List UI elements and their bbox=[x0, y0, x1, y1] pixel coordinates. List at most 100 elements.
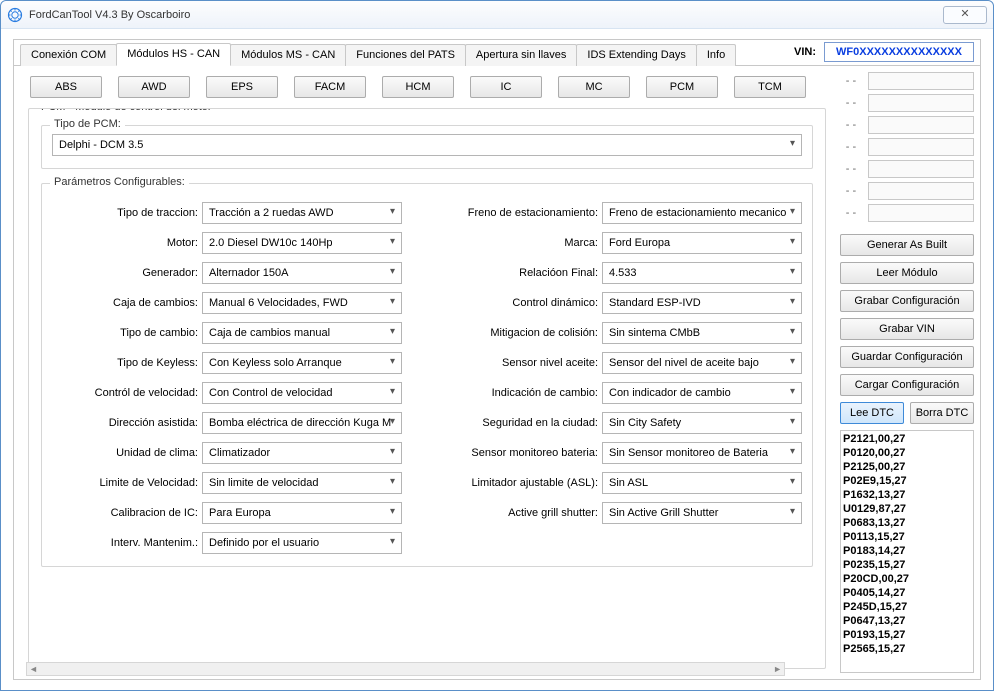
param-select[interactable]: Con indicador de cambio bbox=[602, 382, 802, 404]
param-select[interactable]: Freno de estacionamiento mecanico bbox=[602, 202, 802, 224]
dtc-item[interactable]: P1632,13,27 bbox=[843, 488, 971, 502]
param-select[interactable]: Sin ASL bbox=[602, 472, 802, 494]
param-select[interactable]: 4.533 bbox=[602, 262, 802, 284]
param-select[interactable]: Caja de cambios manual bbox=[202, 322, 402, 344]
param-label: Dirección asistida: bbox=[52, 417, 202, 429]
param-select[interactable]: Sin City Safety bbox=[602, 412, 802, 434]
param-label: Motor: bbox=[52, 237, 202, 249]
module-pcm-button[interactable]: PCM bbox=[646, 76, 718, 98]
param-select[interactable]: Climatizador bbox=[202, 442, 402, 464]
param-select[interactable]: Ford Europa bbox=[602, 232, 802, 254]
dtc-item[interactable]: P0405,14,27 bbox=[843, 586, 971, 600]
param-label: Sensor nivel aceite: bbox=[442, 357, 602, 369]
dtc-item[interactable]: P0647,13,27 bbox=[843, 614, 971, 628]
dtc-item[interactable]: P0120,00,27 bbox=[843, 446, 971, 460]
module-eps-button[interactable]: EPS bbox=[206, 76, 278, 98]
generar-as-built-button[interactable]: Generar As Built bbox=[840, 234, 974, 256]
guardar-configuraci-n-button[interactable]: Guardar Configuración bbox=[840, 346, 974, 368]
tab-apertura-sin-llaves[interactable]: Apertura sin llaves bbox=[465, 44, 578, 66]
tab-info[interactable]: Info bbox=[696, 44, 736, 66]
tab-m-dulos-ms-can[interactable]: Módulos MS - CAN bbox=[230, 44, 346, 66]
param-label: Contról de velocidad: bbox=[52, 387, 202, 399]
param-label: Caja de cambios: bbox=[52, 297, 202, 309]
param-label: Freno de estacionamiento: bbox=[442, 207, 602, 219]
param-select[interactable]: Alternador 150A bbox=[202, 262, 402, 284]
param-select[interactable]: Sensor del nivel de aceite bajo bbox=[602, 352, 802, 374]
tab-ids-extending-days[interactable]: IDS Extending Days bbox=[576, 44, 696, 66]
window-title: FordCanTool V4.3 By Oscarboiro bbox=[29, 9, 190, 21]
dtc-item[interactable]: P0183,14,27 bbox=[843, 544, 971, 558]
slot-value bbox=[868, 94, 974, 112]
tab-m-dulos-hs-can[interactable]: Módulos HS - CAN bbox=[116, 43, 231, 66]
hscrollbar[interactable]: ◄► bbox=[26, 662, 785, 676]
dtc-item[interactable]: P20CD,00,27 bbox=[843, 572, 971, 586]
dtc-item[interactable]: P245D,15,27 bbox=[843, 600, 971, 614]
module-abs-button[interactable]: ABS bbox=[30, 76, 102, 98]
param-select[interactable]: Con Control de velocidad bbox=[202, 382, 402, 404]
pcm-type-label: Tipo de PCM: bbox=[50, 118, 125, 130]
module-mc-button[interactable]: MC bbox=[558, 76, 630, 98]
dtc-item[interactable]: P0235,15,27 bbox=[843, 558, 971, 572]
param-label: Seguridad en la ciudad: bbox=[442, 417, 602, 429]
slot-dash: - - bbox=[840, 185, 862, 197]
param-select[interactable]: Bomba eléctrica de dirección Kuga M bbox=[202, 412, 402, 434]
slot-dash: - - bbox=[840, 141, 862, 153]
param-select[interactable]: Para Europa bbox=[202, 502, 402, 524]
param-select[interactable]: Tracción a 2 ruedas AWD bbox=[202, 202, 402, 224]
param-select[interactable]: Standard ESP-IVD bbox=[602, 292, 802, 314]
app-icon bbox=[7, 7, 23, 23]
dtc-item[interactable]: P2565,15,27 bbox=[843, 642, 971, 656]
pcm-type-select[interactable]: Delphi - DCM 3.5 bbox=[52, 134, 802, 156]
module-hcm-button[interactable]: HCM bbox=[382, 76, 454, 98]
vin-input[interactable] bbox=[824, 42, 974, 62]
tab-funciones-del-pats[interactable]: Funciones del PATS bbox=[345, 44, 466, 66]
app-window: FordCanTool V4.3 By Oscarboiro ✕ Conexió… bbox=[0, 0, 994, 691]
param-select[interactable]: Definido por el usuario bbox=[202, 532, 402, 554]
param-label: Control dinámico: bbox=[442, 297, 602, 309]
param-label: Limitador ajustable (ASL): bbox=[442, 477, 602, 489]
dtc-item[interactable]: U0129,87,27 bbox=[843, 502, 971, 516]
close-button[interactable]: ✕ bbox=[943, 6, 987, 24]
module-ic-button[interactable]: IC bbox=[470, 76, 542, 98]
dtc-item[interactable]: P0113,15,27 bbox=[843, 530, 971, 544]
param-label: Limite de Velocidad: bbox=[52, 477, 202, 489]
dtc-item[interactable]: P2121,00,27 bbox=[843, 432, 971, 446]
slot-value bbox=[868, 138, 974, 156]
param-select[interactable]: 2.0 Diesel DW10c 140Hp bbox=[202, 232, 402, 254]
leer-m-dulo-button[interactable]: Leer Módulo bbox=[840, 262, 974, 284]
params-group: Parámetros Configurables: Tipo de tracci… bbox=[41, 183, 813, 567]
slot-dash: - - bbox=[840, 163, 862, 175]
param-select[interactable]: Sin limite de velocidad bbox=[202, 472, 402, 494]
param-label: Active grill shutter: bbox=[442, 507, 602, 519]
clear-dtc-button[interactable]: Borra DTC bbox=[910, 402, 974, 424]
slot-value bbox=[868, 160, 974, 178]
param-select[interactable]: Sin Active Grill Shutter bbox=[602, 502, 802, 524]
param-select[interactable]: Manual 6 Velocidades, FWD bbox=[202, 292, 402, 314]
slot-dash: - - bbox=[840, 97, 862, 109]
dtc-list[interactable]: P2121,00,27P0120,00,27P2125,00,27P02E9,1… bbox=[840, 430, 974, 673]
param-label: Generador: bbox=[52, 267, 202, 279]
dtc-item[interactable]: P2125,00,27 bbox=[843, 460, 971, 474]
dtc-item[interactable]: P02E9,15,27 bbox=[843, 474, 971, 488]
module-tcm-button[interactable]: TCM bbox=[734, 76, 806, 98]
pcm-groupbox: PCM - Módulo de control del motor Tipo d… bbox=[28, 108, 826, 669]
read-dtc-button[interactable]: Lee DTC bbox=[840, 402, 904, 424]
vin-label: VIN: bbox=[794, 46, 816, 58]
param-label: Relacióon Final: bbox=[442, 267, 602, 279]
module-facm-button[interactable]: FACM bbox=[294, 76, 366, 98]
param-label: Unidad de clima: bbox=[52, 447, 202, 459]
module-awd-button[interactable]: AWD bbox=[118, 76, 190, 98]
param-select[interactable]: Sin Sensor monitoreo de Bateria bbox=[602, 442, 802, 464]
cargar-configuraci-n-button[interactable]: Cargar Configuración bbox=[840, 374, 974, 396]
pcm-type-value: Delphi - DCM 3.5 bbox=[59, 139, 143, 151]
tabstrip: Conexión COMMódulos HS - CANMódulos MS -… bbox=[14, 40, 980, 66]
param-label: Sensor monitoreo bateria: bbox=[442, 447, 602, 459]
param-select[interactable]: Sin sintema CMbB bbox=[602, 322, 802, 344]
slot-value bbox=[868, 204, 974, 222]
dtc-item[interactable]: P0193,15,27 bbox=[843, 628, 971, 642]
dtc-item[interactable]: P0683,13,27 bbox=[843, 516, 971, 530]
grabar-vin-button[interactable]: Grabar VIN bbox=[840, 318, 974, 340]
grabar-configuraci-n-button[interactable]: Grabar Configuración bbox=[840, 290, 974, 312]
param-select[interactable]: Con Keyless solo Arranque bbox=[202, 352, 402, 374]
tab-conexi-n-com[interactable]: Conexión COM bbox=[20, 44, 117, 66]
